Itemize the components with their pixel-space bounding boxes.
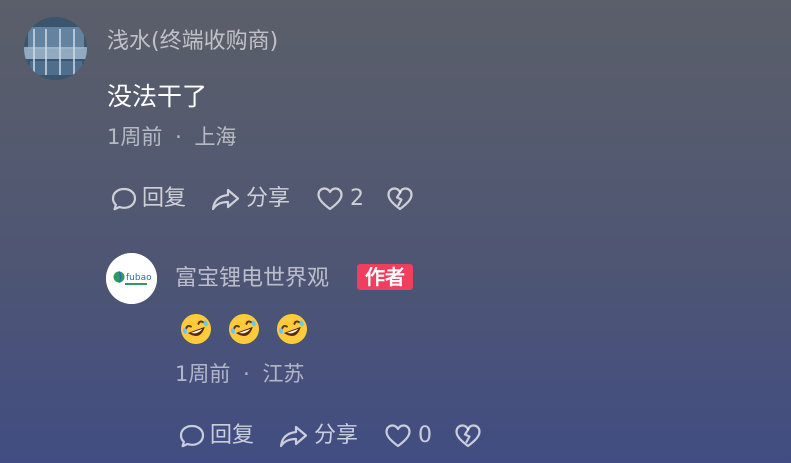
share-button[interactable]: 分享 [210, 185, 290, 213]
share-icon [211, 188, 240, 211]
reply-location: 江苏 [262, 362, 305, 386]
rolling-laughing-emoji-icon [227, 312, 261, 346]
meta-separator: · [243, 362, 250, 386]
logo-text: fubao [126, 273, 152, 283]
fubao-logo-icon: fubao [106, 253, 157, 304]
reply-icon [179, 424, 205, 448]
heart-icon [385, 424, 411, 448]
dislike-button[interactable] [454, 423, 482, 449]
comment-text: 没法干了 [107, 82, 208, 111]
rolling-laughing-emoji-icon [179, 312, 213, 346]
reply-emojis [179, 312, 323, 346]
user-avatar[interactable] [24, 17, 87, 80]
avatar-photo-image [24, 17, 87, 80]
broken-heart-icon [387, 187, 413, 211]
share-icon [279, 425, 308, 448]
reply-label: 回复 [210, 423, 255, 448]
reply-username[interactable]: 富宝锂电世界观 [175, 268, 329, 290]
rolling-laughing-emoji-icon [275, 312, 309, 346]
meta-separator: · [175, 125, 182, 149]
broken-heart-icon [455, 424, 481, 448]
share-label: 分享 [246, 186, 291, 211]
like-count: 0 [418, 423, 433, 448]
reply-time: 1周前 [175, 362, 231, 386]
reply-button[interactable]: 回复 [110, 185, 186, 213]
reply-label: 回复 [142, 186, 187, 211]
author-avatar[interactable]: fubao [106, 253, 157, 304]
like-count: 2 [350, 186, 365, 211]
comment-meta: 1周前 · 上海 [107, 127, 236, 148]
comment-time: 1周前 [107, 125, 163, 149]
reply-button[interactable]: 回复 [178, 422, 254, 450]
comment-location: 上海 [194, 125, 237, 149]
heart-icon [317, 187, 343, 211]
comment-actions: 回复 分享 2 [110, 184, 414, 214]
reply-actions: 回复 分享 0 [178, 421, 482, 451]
reply-meta: 1周前 · 江苏 [175, 364, 304, 385]
dislike-button[interactable] [386, 186, 414, 212]
share-button[interactable]: 分享 [278, 422, 358, 450]
author-badge: 作者 [357, 264, 413, 290]
like-button[interactable]: 2 [316, 186, 364, 212]
like-button[interactable]: 0 [384, 423, 432, 449]
share-label: 分享 [314, 423, 359, 448]
comment-username[interactable]: 浅水(终端收购商) [107, 31, 278, 53]
reply-icon [111, 187, 137, 211]
